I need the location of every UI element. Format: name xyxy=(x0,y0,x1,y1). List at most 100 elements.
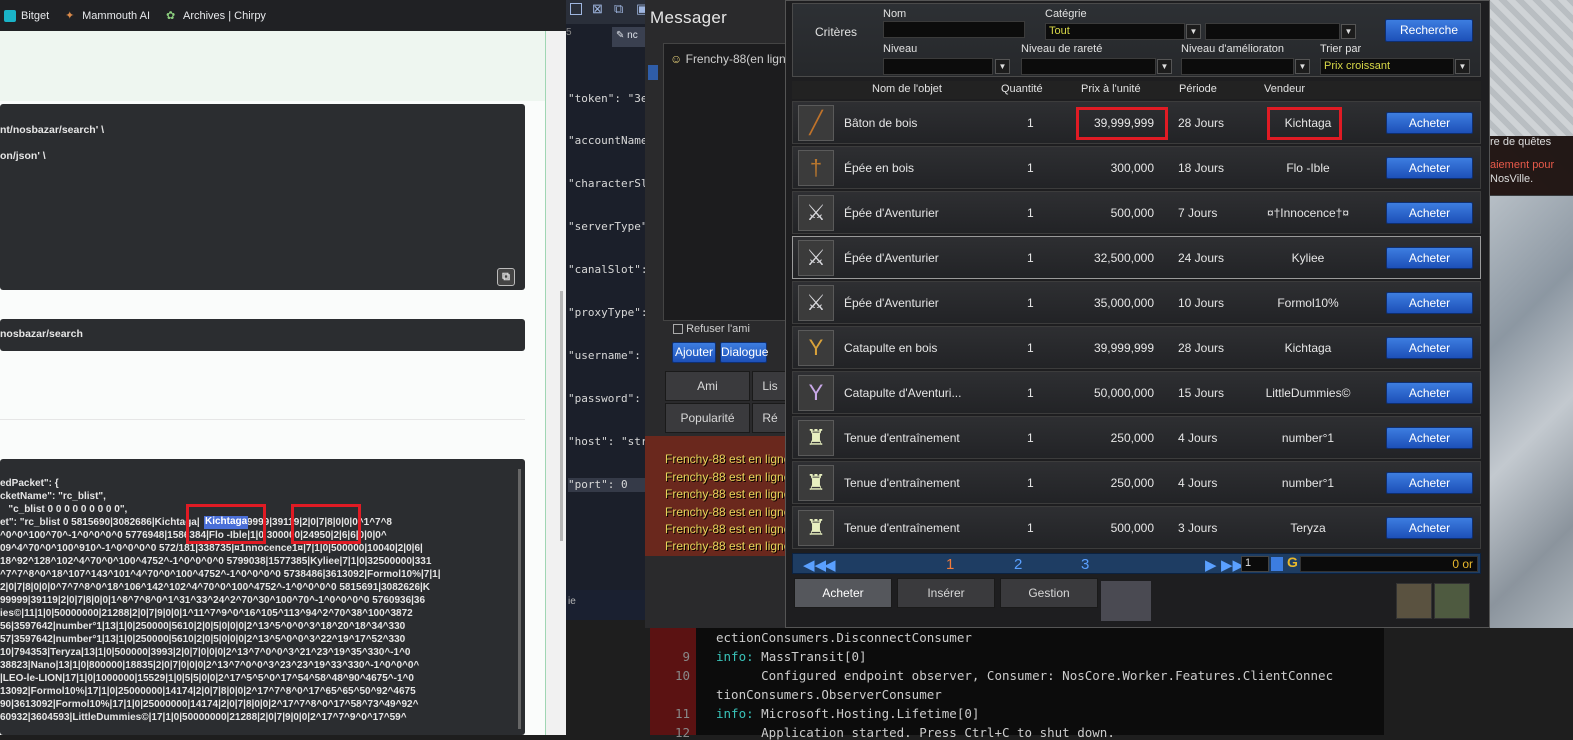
console-line: tionConsumers.ObserverConsumer xyxy=(716,687,942,702)
bookmark-label: Mammouth AI xyxy=(82,9,150,22)
sort-select[interactable]: Prix croissant xyxy=(1320,58,1454,75)
table-row[interactable]: ⚔ Épée d'Aventurier 1 32,500,000 24 Jours Kyl… xyxy=(792,236,1481,279)
table-row[interactable]: ⚔ Épée d'Aventurier 1 500,000 7 Jours ¤†Innoc… xyxy=(792,191,1481,234)
item-price: 50,000,000 xyxy=(1093,386,1154,400)
bookmark-chirpy[interactable]: ✿ Archives | Chirpy xyxy=(166,10,266,22)
editor-status: ie xyxy=(566,590,650,620)
training-outfit-icon: ♜ xyxy=(798,465,834,501)
table-row[interactable]: Y Catapulte en bois 1 39,999,999 28 Jours Kic… xyxy=(792,326,1481,369)
buy-button[interactable]: Acheter xyxy=(1386,382,1473,404)
editor-line: "canalSlot": xyxy=(568,263,648,277)
chevron-down-icon[interactable]: ▼ xyxy=(1295,59,1310,74)
item-name: Bâton de bois xyxy=(844,116,918,130)
code-line: 99999|39119|2|0|7|8|0|0|1^8^7^8^0^1^31^3… xyxy=(0,595,426,606)
refuse-friend-checkbox[interactable]: Refuser l'ami xyxy=(673,323,750,335)
upgrade-label: Niveau d'amélioraton xyxy=(1181,43,1284,55)
hotbar-slot[interactable] xyxy=(1101,581,1151,621)
page-1[interactable]: 1 xyxy=(946,556,954,573)
page-2[interactable]: 2 xyxy=(1014,556,1022,573)
tab-manage[interactable]: Gestion xyxy=(1000,578,1098,608)
document-page: nt/nosbazar/search' \ on/json' \ ⧉ nosba… xyxy=(0,31,545,735)
buy-button[interactable]: Acheter xyxy=(1386,427,1473,449)
item-period: 4 Jours xyxy=(1178,476,1218,490)
console-line: info: MassTransit[0] xyxy=(716,649,867,664)
save-icon[interactable] xyxy=(570,3,582,15)
chevron-down-icon[interactable]: ▼ xyxy=(995,59,1010,74)
copy-icon[interactable]: ⧉ xyxy=(614,1,623,17)
buy-button[interactable]: Acheter xyxy=(1386,517,1473,539)
prev-page-icon[interactable]: ◀ xyxy=(824,556,836,574)
wooden-catapult-icon: Y xyxy=(798,330,834,366)
add-friend-button[interactable]: Ajouter xyxy=(672,342,716,363)
close-icon[interactable]: ⊠ xyxy=(592,1,603,17)
tab-friend[interactable]: Ami xyxy=(665,371,750,401)
tab-reputation[interactable]: Ré xyxy=(752,403,788,433)
buy-button[interactable]: Acheter xyxy=(1386,112,1473,134)
name-input[interactable] xyxy=(883,21,1025,38)
page-scrollbar[interactable] xyxy=(546,31,566,735)
tab-buy[interactable]: Acheter xyxy=(794,578,892,608)
item-seller: ¤†Innocence†¤ xyxy=(1266,206,1350,220)
code-scrollbar[interactable] xyxy=(518,469,521,729)
table-row[interactable]: ♜ Tenue d'entraînement 1 250,000 4 Jours numb… xyxy=(792,461,1481,504)
bookmark-bitget[interactable]: Bitget xyxy=(4,9,49,22)
table-row[interactable]: ♜ Tenue d'entraînement 1 500,000 3 Jours Tery… xyxy=(792,506,1481,549)
training-outfit-icon: ♜ xyxy=(798,510,834,546)
next-page-icon[interactable]: ▶ xyxy=(1205,556,1217,574)
rarity-select[interactable] xyxy=(1021,58,1156,75)
chevron-down-icon[interactable]: ▼ xyxy=(1186,24,1201,39)
editor-content[interactable]: "token": "3e "accountName "characterSl "… xyxy=(568,63,648,521)
name-label: Nom xyxy=(883,8,907,20)
first-page-icon[interactable]: ◀◀ xyxy=(803,556,826,574)
buy-button[interactable]: Acheter xyxy=(1386,157,1473,179)
list-scroll-button[interactable] xyxy=(648,65,658,80)
code-line: 38823|Nano|13|1|0|800000|18835|2|0|7|0|0… xyxy=(0,660,420,671)
item-name: Catapulte d'Aventuri... xyxy=(844,386,962,400)
buy-button[interactable]: Acheter xyxy=(1386,292,1473,314)
page-go-button[interactable] xyxy=(1271,557,1283,571)
friend-entry[interactable]: ☺ Frenchy-88(en ligne) xyxy=(670,52,796,66)
editor-line: "port": 0 xyxy=(568,477,648,492)
console-line: Application started. Press Ctrl+C to shu… xyxy=(716,725,1115,740)
table-row[interactable]: † Épée en bois 1 300,000 18 Jours Flo -Ible Ac… xyxy=(792,146,1481,189)
dialog-button[interactable]: Dialogue xyxy=(720,342,768,363)
console-window: ectionConsumers.DisconnectConsumer 9 info:… xyxy=(650,628,1573,740)
upgrade-select[interactable] xyxy=(1181,58,1294,75)
console-line-number: 10 xyxy=(674,668,690,683)
header-name: Nom de l'objet xyxy=(872,83,942,95)
hotbar-slot[interactable] xyxy=(1396,583,1432,619)
doc-header-band xyxy=(0,31,545,101)
buy-button[interactable]: Acheter xyxy=(1386,472,1473,494)
chevron-down-icon[interactable]: ▼ xyxy=(1157,59,1172,74)
buy-button[interactable]: Acheter xyxy=(1386,337,1473,359)
code-line: on/json' \ xyxy=(0,150,46,162)
chevron-down-icon[interactable]: ▼ xyxy=(1341,24,1356,39)
bookmark-mammouth-ai[interactable]: ✦ Mammouth AI xyxy=(65,10,150,22)
page-input[interactable]: 1 xyxy=(1241,556,1269,572)
annotation-box-seller xyxy=(1267,107,1342,140)
subcategory-select[interactable] xyxy=(1205,23,1340,40)
tab-popularity[interactable]: Popularité xyxy=(665,403,750,433)
code-line: nosbazar/search xyxy=(0,328,83,340)
item-seller: number°1 xyxy=(1281,476,1335,490)
chat-message: Frenchy-88 est en ligne xyxy=(665,487,791,501)
hotbar-slot[interactable] xyxy=(1434,583,1470,619)
page-3[interactable]: 3 xyxy=(1081,556,1089,573)
buy-button[interactable]: Acheter xyxy=(1386,247,1473,269)
tab-list[interactable]: Lis xyxy=(752,371,788,401)
code-line: ^7^7^8^0^18^107^143^101^4^70^0^100^4752^… xyxy=(0,569,441,580)
tab-insert[interactable]: Insérer xyxy=(897,578,995,608)
scrollbar-thumb[interactable] xyxy=(560,291,563,541)
category-select[interactable]: Tout xyxy=(1045,23,1185,40)
table-row[interactable]: ♜ Tenue d'entraînement 1 250,000 4 Jours numb… xyxy=(792,416,1481,459)
item-quantity: 1 xyxy=(1027,521,1034,535)
table-row[interactable]: Y Catapulte d'Aventuri... 1 50,000,000 15 Jo… xyxy=(792,371,1481,414)
table-row[interactable]: ⚔ Épée d'Aventurier 1 35,000,000 10 Jours For… xyxy=(792,281,1481,324)
search-button[interactable]: Recherche xyxy=(1385,19,1473,42)
item-price: 35,000,000 xyxy=(1093,296,1154,310)
copy-icon[interactable]: ⧉ xyxy=(497,268,515,286)
buy-button[interactable]: Acheter xyxy=(1386,202,1473,224)
chevron-down-icon[interactable]: ▼ xyxy=(1455,59,1470,74)
level-select[interactable] xyxy=(883,58,993,75)
code-line: 10|794353|Teryza|13|1|0|500000|3993|2|0|… xyxy=(0,647,411,658)
